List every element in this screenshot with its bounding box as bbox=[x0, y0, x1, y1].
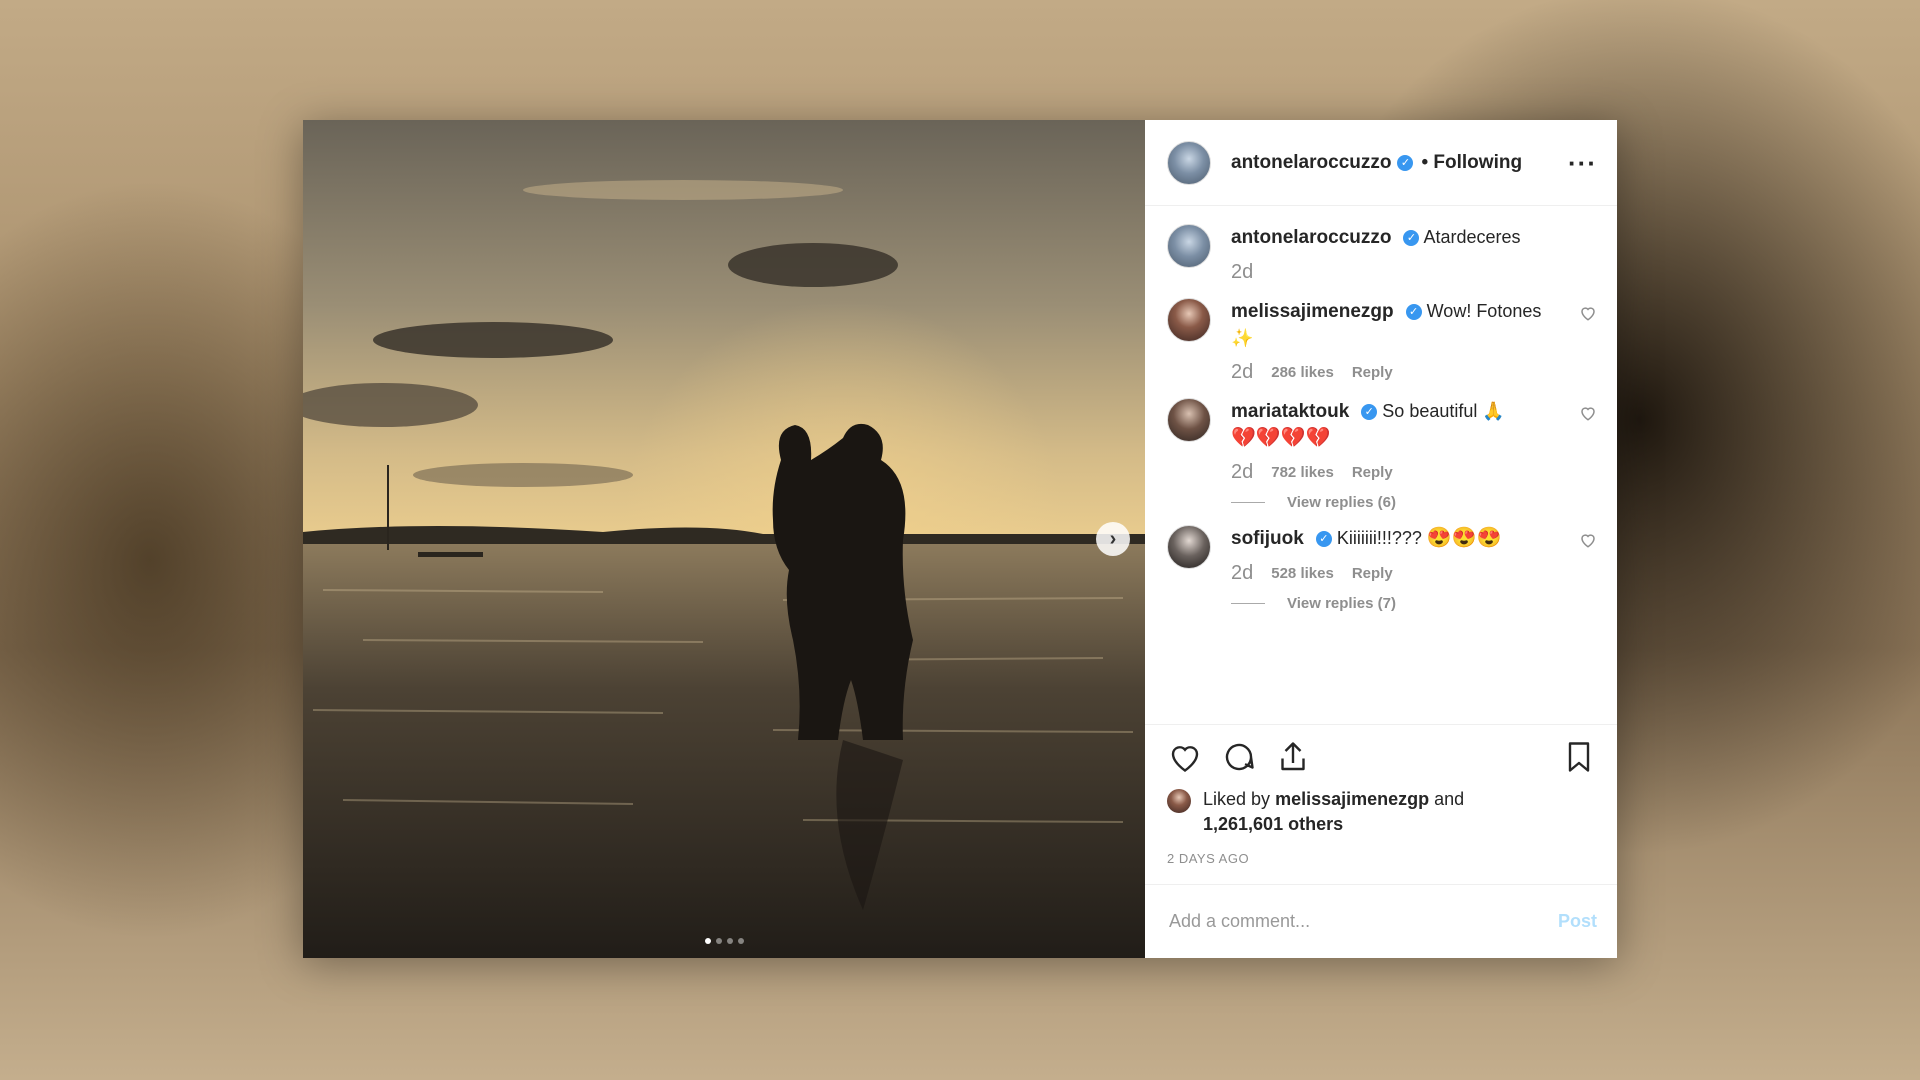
post-photo[interactable]: › bbox=[303, 120, 1145, 958]
comment-time: 2d bbox=[1231, 361, 1254, 383]
post-header: antonelaroccuzzo ✓ • Following ··· bbox=[1145, 120, 1617, 206]
carousel-dots bbox=[303, 938, 1145, 944]
post-side-panel: antonelaroccuzzo ✓ • Following ··· anton… bbox=[1145, 120, 1617, 958]
comment-time: 2d bbox=[1231, 562, 1254, 584]
add-comment-bar: Post bbox=[1145, 884, 1617, 958]
verified-icon: ✓ bbox=[1315, 531, 1332, 548]
likes-and: and bbox=[1434, 789, 1465, 809]
comment-time: 2d bbox=[1231, 461, 1254, 483]
liked-by-label: Liked by bbox=[1203, 789, 1271, 809]
view-replies-button[interactable]: View replies (7) bbox=[1231, 595, 1561, 612]
carousel-dot[interactable] bbox=[737, 938, 744, 944]
comment-input[interactable] bbox=[1167, 910, 1558, 933]
comment-item: melissajimenezgp ✓ Wow! Fotones ✨ 2d 286 … bbox=[1167, 298, 1597, 384]
caption-time: 2d bbox=[1231, 261, 1254, 283]
comment-likes[interactable]: 782 likes bbox=[1271, 464, 1334, 481]
view-replies-button[interactable]: View replies (6) bbox=[1231, 494, 1561, 511]
comments-list[interactable]: antonelaroccuzzo ✓ Atardeceres 2d melissa… bbox=[1145, 206, 1617, 724]
carousel-dot[interactable] bbox=[704, 938, 711, 944]
author-avatar[interactable] bbox=[1167, 140, 1211, 185]
verified-icon: ✓ bbox=[1361, 404, 1378, 421]
comment-emoji: 😍😍😍 bbox=[1426, 527, 1502, 549]
following-button[interactable]: • Following bbox=[1421, 152, 1522, 174]
caption-avatar[interactable] bbox=[1167, 224, 1211, 268]
verified-icon: ✓ bbox=[1397, 154, 1414, 171]
carousel-dot[interactable] bbox=[726, 938, 733, 944]
carousel-next-button[interactable]: › bbox=[1096, 522, 1130, 556]
view-replies-label: View replies (7) bbox=[1287, 595, 1396, 612]
instagram-post-modal: › antonelaroccuzzo ✓ • Following ··· ant… bbox=[303, 120, 1617, 958]
commenter-avatar[interactable] bbox=[1167, 525, 1211, 569]
comment-item: mariataktouk ✓ So beautiful 🙏 💔💔💔💔 2d 782 … bbox=[1167, 398, 1597, 511]
comment-likes[interactable]: 286 likes bbox=[1271, 364, 1334, 381]
likes-count[interactable]: 1,261,601 others bbox=[1203, 814, 1343, 834]
commenter-avatar[interactable] bbox=[1167, 398, 1211, 442]
sunset-silhouette-image bbox=[303, 120, 1145, 958]
post-actions: Liked by melissajimenezgp and 1,261,601 … bbox=[1145, 724, 1617, 884]
comment-icon[interactable] bbox=[1221, 739, 1257, 775]
comment-item: sofijuok ✓ Kiiiiiii!!!??? 😍😍😍 2d 528 like… bbox=[1167, 525, 1597, 612]
liker-avatar[interactable] bbox=[1167, 789, 1191, 813]
reply-button[interactable]: Reply bbox=[1352, 464, 1393, 481]
carousel-dot[interactable] bbox=[715, 938, 722, 944]
comment-likes[interactable]: 528 likes bbox=[1271, 565, 1334, 582]
verified-icon: ✓ bbox=[1403, 230, 1420, 247]
view-replies-label: View replies (6) bbox=[1287, 494, 1396, 511]
like-comment-heart-icon[interactable] bbox=[1579, 404, 1597, 422]
comment-text: So beautiful 🙏 bbox=[1382, 401, 1505, 421]
caption: antonelaroccuzzo ✓ Atardeceres 2d bbox=[1167, 224, 1597, 284]
likes-summary[interactable]: Liked by melissajimenezgp and 1,261,601 … bbox=[1167, 787, 1597, 837]
bookmark-icon[interactable] bbox=[1561, 739, 1597, 775]
reply-button[interactable]: Reply bbox=[1352, 565, 1393, 582]
reply-button[interactable]: Reply bbox=[1352, 364, 1393, 381]
author-username[interactable]: antonelaroccuzzo bbox=[1231, 152, 1391, 174]
liker-username[interactable]: melissajimenezgp bbox=[1275, 789, 1429, 809]
caption-text: Atardeceres bbox=[1423, 227, 1521, 247]
like-comment-heart-icon[interactable] bbox=[1579, 531, 1597, 549]
verified-icon: ✓ bbox=[1405, 304, 1422, 321]
comment-text: Kiiiiiii!!!??? bbox=[1336, 528, 1422, 548]
caption-username[interactable]: antonelaroccuzzo bbox=[1231, 227, 1391, 248]
post-timestamp: 2 DAYS AGO bbox=[1167, 851, 1250, 866]
more-options-icon[interactable]: ··· bbox=[1568, 150, 1597, 176]
share-icon[interactable] bbox=[1275, 739, 1311, 775]
commenter-username[interactable]: mariataktouk bbox=[1231, 401, 1349, 422]
chevron-right-icon: › bbox=[1109, 527, 1117, 550]
post-comment-button[interactable]: Post bbox=[1558, 911, 1597, 932]
replies-divider bbox=[1231, 502, 1265, 503]
commenter-username[interactable]: sofijuok bbox=[1231, 528, 1304, 549]
commenter-avatar[interactable] bbox=[1167, 298, 1211, 342]
replies-divider bbox=[1231, 603, 1265, 604]
commenter-username[interactable]: melissajimenezgp bbox=[1231, 301, 1394, 322]
action-bar bbox=[1167, 739, 1597, 775]
comment-emoji: 💔💔💔💔 bbox=[1231, 427, 1331, 449]
like-comment-heart-icon[interactable] bbox=[1579, 304, 1597, 322]
heart-icon[interactable] bbox=[1167, 739, 1203, 775]
